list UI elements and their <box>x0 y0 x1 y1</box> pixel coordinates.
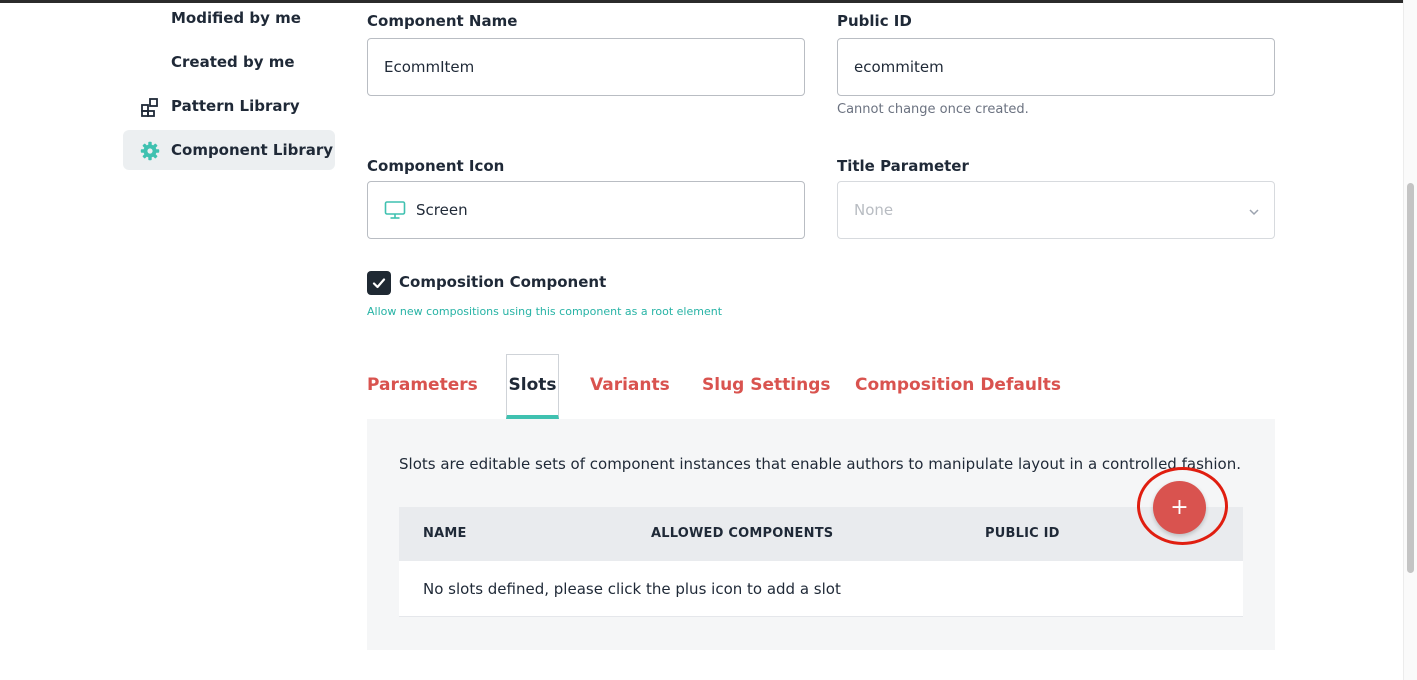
component-icon-value: Screen <box>416 201 468 219</box>
sidebar-item-label: Modified by me <box>171 9 301 27</box>
tab-variants[interactable]: Variants <box>590 353 670 417</box>
table-header: NAME ALLOWED COMPONENTS PUBLIC ID <box>399 507 1243 561</box>
public-id-hint: Cannot change once created. <box>837 102 1029 117</box>
title-parameter-select[interactable]: None <box>837 181 1275 239</box>
slots-table: NAME ALLOWED COMPONENTS PUBLIC ID No slo… <box>399 507 1243 617</box>
monitor-icon <box>384 200 406 220</box>
empty-slots-message: No slots defined, please click the plus … <box>423 580 841 598</box>
public-id-label: Public ID <box>837 12 912 30</box>
component-name-value: EcommItem <box>384 58 475 76</box>
highlight-annotation-ring <box>1137 467 1228 545</box>
tab-composition-defaults[interactable]: Composition Defaults <box>855 353 1061 417</box>
component-name-label: Component Name <box>367 12 518 30</box>
slots-description: Slots are editable sets of component ins… <box>399 455 1242 473</box>
component-name-input[interactable]: EcommItem <box>367 38 805 96</box>
sidebar-item-created-by-me[interactable]: Created by me <box>123 42 335 82</box>
sidebar-item-label: Created by me <box>171 53 295 71</box>
sidebar-item-modified-by-me[interactable]: Modified by me <box>123 0 335 38</box>
sidebar-item-pattern-library[interactable]: Pattern Library <box>123 86 335 126</box>
tab-parameters[interactable]: Parameters <box>367 353 478 417</box>
title-parameter-value: None <box>854 201 894 219</box>
slots-panel: Slots are editable sets of component ins… <box>367 419 1275 650</box>
column-header-public-id: PUBLIC ID <box>985 526 1060 541</box>
checkmark-icon <box>372 278 386 289</box>
sidebar: Modified by me Created by me Pattern Lib… <box>0 0 345 680</box>
table-row: No slots defined, please click the plus … <box>399 561 1243 617</box>
tab-bar: Parameters Slots Variants Slug Settings … <box>367 353 1275 419</box>
public-id-value: ecommitem <box>854 58 944 76</box>
pattern-grid-icon <box>140 97 160 117</box>
sidebar-item-label: Component Library <box>171 141 334 159</box>
scrollbar-thumb[interactable] <box>1407 183 1414 573</box>
sidebar-item-component-library[interactable]: Component Library <box>123 130 335 170</box>
public-id-input[interactable]: ecommitem <box>837 38 1275 96</box>
component-icon-label: Component Icon <box>367 157 505 175</box>
tab-slots[interactable]: Slots <box>506 354 559 419</box>
composition-hint: Allow new compositions using this compon… <box>367 305 723 318</box>
chevron-down-icon <box>1248 204 1260 216</box>
scrollbar[interactable] <box>1403 0 1417 680</box>
gear-icon <box>140 141 160 161</box>
title-parameter-label: Title Parameter <box>837 157 969 175</box>
column-header-name: NAME <box>423 526 467 541</box>
tab-slug-settings[interactable]: Slug Settings <box>702 353 831 417</box>
component-icon-select[interactable]: Screen <box>367 181 805 239</box>
column-header-allowed-components: ALLOWED COMPONENTS <box>651 526 834 541</box>
sidebar-item-label: Pattern Library <box>171 97 300 115</box>
composition-checkbox[interactable] <box>367 271 391 295</box>
composition-checkbox-label[interactable]: Composition Component <box>399 273 606 291</box>
